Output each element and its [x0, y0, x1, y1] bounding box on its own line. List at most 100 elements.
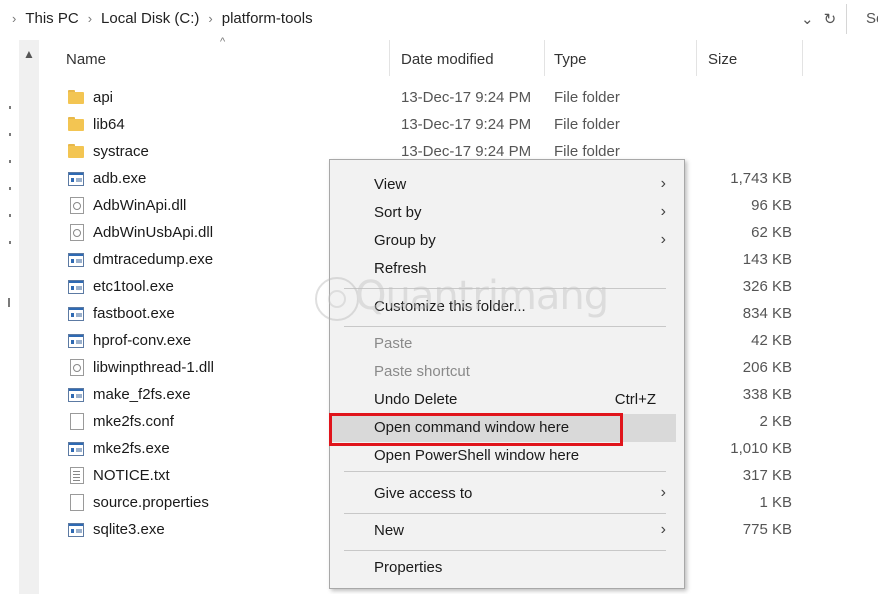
submenu-arrow-icon: › — [660, 521, 666, 538]
scroll-up-icon[interactable]: ▲ — [23, 47, 35, 61]
file-name: systrace — [93, 143, 149, 160]
breadcrumb-chevron-icon[interactable]: › — [12, 11, 16, 26]
menu-separator — [344, 326, 666, 327]
address-bar: › This PC › Local Disk (C:) › platform-t… — [0, 0, 878, 40]
text-file-icon — [70, 467, 84, 484]
column-header-date[interactable]: Date modified — [401, 51, 494, 68]
menu-item-open-powershell[interactable]: Open PowerShell window here — [330, 442, 684, 470]
history-dropdown-icon[interactable]: ⌄ — [801, 10, 814, 28]
file-name: mke2fs.conf — [93, 413, 174, 430]
nav-expand-icon[interactable] — [9, 187, 11, 190]
menu-item-paste[interactable]: Paste — [330, 330, 684, 358]
exe-icon — [68, 442, 84, 456]
column-divider[interactable] — [389, 40, 390, 76]
file-size: 1,743 KB — [730, 170, 792, 187]
nav-expand-icon[interactable] — [9, 241, 11, 244]
menu-label: Open PowerShell window here — [374, 447, 580, 464]
submenu-arrow-icon: › — [660, 231, 666, 248]
menu-label: Sort by — [374, 204, 422, 221]
document-icon — [70, 413, 84, 430]
exe-icon — [68, 523, 84, 537]
menu-separator — [344, 471, 666, 472]
menu-label: Paste shortcut — [374, 363, 470, 380]
watermark-text: Quantrimang — [355, 273, 609, 319]
file-name: libwinpthread-1.dll — [93, 359, 214, 376]
menu-item-paste-shortcut[interactable]: Paste shortcut — [330, 358, 684, 386]
file-row[interactable]: api 13-Dec-17 9:24 PM File folder — [40, 84, 820, 111]
breadcrumb-chevron-icon[interactable]: › — [208, 11, 212, 26]
column-header-type[interactable]: Type — [554, 51, 587, 68]
navigation-pane[interactable] — [0, 40, 19, 594]
exe-icon — [68, 280, 84, 294]
breadcrumb-local-disk[interactable]: Local Disk (C:) — [101, 10, 199, 27]
column-divider[interactable] — [544, 40, 545, 76]
folder-icon — [68, 116, 84, 132]
breadcrumb: › This PC › Local Disk (C:) › platform-t… — [12, 10, 313, 27]
file-size: 1,010 KB — [730, 440, 792, 457]
submenu-arrow-icon: › — [660, 484, 666, 501]
file-size: 317 KB — [742, 467, 792, 484]
file-type: File folder — [554, 89, 620, 106]
file-name: lib64 — [93, 116, 125, 133]
exe-icon — [68, 307, 84, 321]
breadcrumb-chevron-icon[interactable]: › — [88, 11, 92, 26]
watermark-logo-icon — [315, 277, 359, 321]
file-name: api — [93, 89, 114, 106]
file-name: dmtracedump.exe — [93, 251, 214, 268]
menu-item-give-access[interactable]: Give access to › — [330, 480, 684, 508]
breadcrumb-platform-tools[interactable]: platform-tools — [222, 10, 313, 27]
file-size: 1 KB — [759, 494, 792, 511]
submenu-arrow-icon: › — [660, 175, 666, 192]
nav-expand-icon[interactable] — [9, 106, 11, 109]
menu-item-new[interactable]: New › — [330, 517, 684, 545]
dll-icon — [70, 359, 84, 376]
menu-label: Properties — [374, 559, 443, 576]
submenu-arrow-icon: › — [660, 203, 666, 220]
file-name: sqlite3.exe — [93, 521, 165, 538]
file-size: 775 KB — [742, 521, 792, 538]
nav-expand-icon[interactable] — [9, 214, 11, 217]
file-type: File folder — [554, 116, 620, 133]
file-size: 338 KB — [742, 386, 792, 403]
folder-icon — [68, 89, 84, 105]
breadcrumb-this-pc[interactable]: This PC — [25, 10, 78, 27]
column-divider[interactable] — [802, 40, 803, 76]
menu-item-view[interactable]: View › — [330, 171, 684, 199]
file-name: source.properties — [93, 494, 209, 511]
keyboard-shortcut: Ctrl+Z — [614, 391, 656, 408]
file-size: 62 KB — [751, 224, 792, 241]
menu-item-group-by[interactable]: Group by › — [330, 227, 684, 255]
sort-ascending-icon: ^ — [220, 36, 226, 48]
column-divider[interactable] — [696, 40, 697, 76]
column-header-size[interactable]: Size — [708, 51, 737, 68]
nav-expand-icon[interactable] — [9, 133, 11, 136]
column-header-name[interactable]: Name — [66, 51, 106, 68]
nav-expand-icon[interactable] — [9, 160, 11, 163]
file-name: mke2fs.exe — [93, 440, 170, 457]
menu-separator — [344, 550, 666, 551]
menu-item-properties[interactable]: Properties — [330, 554, 684, 582]
file-size: 143 KB — [742, 251, 792, 268]
nav-expand-icon[interactable] — [8, 298, 10, 307]
exe-icon — [68, 388, 84, 402]
exe-icon — [68, 172, 84, 186]
file-row[interactable]: lib64 13-Dec-17 9:24 PM File folder — [40, 111, 820, 138]
file-name: AdbWinUsbApi.dll — [93, 224, 214, 241]
search-input[interactable]: Se — [866, 10, 878, 27]
file-date: 13-Dec-17 9:24 PM — [401, 116, 532, 133]
menu-label: Give access to — [374, 485, 473, 502]
menu-label: Paste — [374, 335, 413, 352]
menu-item-sort-by[interactable]: Sort by › — [330, 199, 684, 227]
file-size: 2 KB — [759, 413, 792, 430]
file-name: hprof-conv.exe — [93, 332, 192, 349]
file-date: 13-Dec-17 9:24 PM — [401, 89, 532, 106]
file-size: 206 KB — [742, 359, 792, 376]
refresh-icon[interactable]: ↻ — [824, 10, 837, 28]
file-name: make_f2fs.exe — [93, 386, 191, 403]
navigation-scrollbar[interactable]: ▲ — [19, 40, 39, 594]
menu-label: Undo Delete — [374, 391, 458, 408]
folder-icon — [68, 143, 84, 159]
menu-item-undo-delete[interactable]: Undo Delete Ctrl+Z — [330, 386, 684, 414]
dll-icon — [70, 224, 84, 241]
file-date: 13-Dec-17 9:24 PM — [401, 143, 532, 160]
